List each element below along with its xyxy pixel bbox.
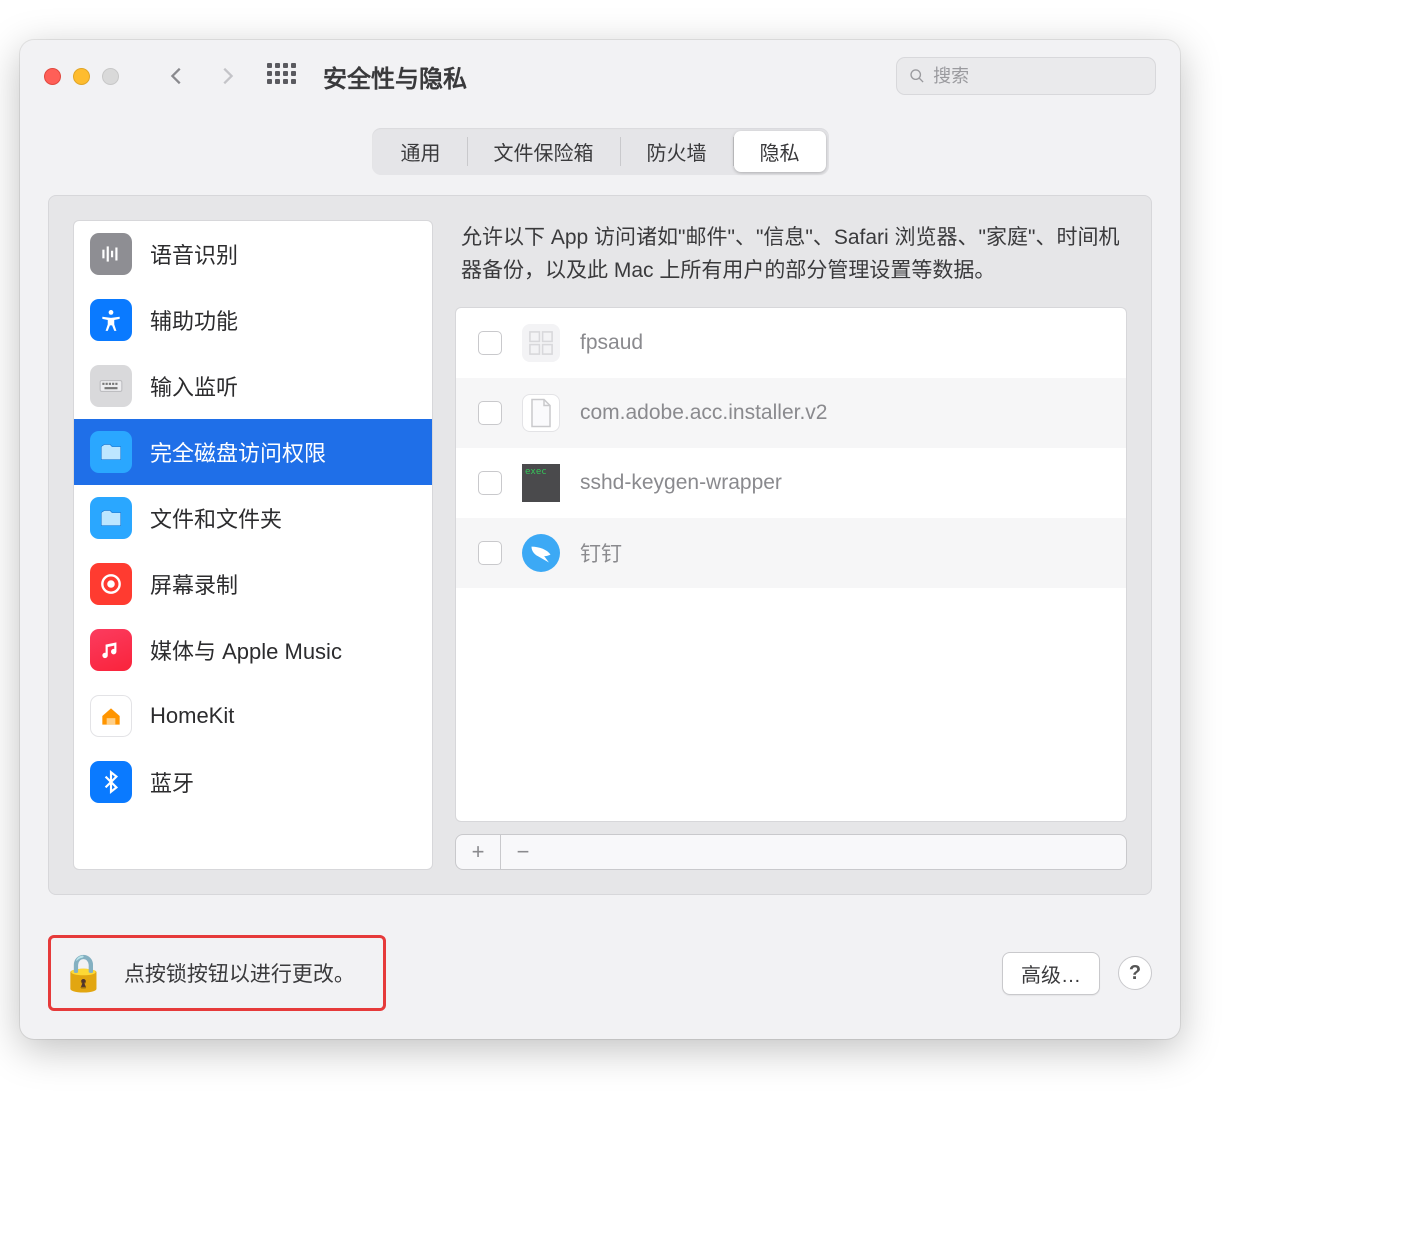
sidebar-item-homekit[interactable]: HomeKit xyxy=(74,683,432,749)
close-button[interactable] xyxy=(44,68,61,85)
help-button[interactable]: ? xyxy=(1118,956,1152,990)
sidebar-item-input-monitoring[interactable]: 输入监听 xyxy=(74,353,432,419)
sidebar-item-label: 语音识别 xyxy=(150,238,238,270)
tab-privacy[interactable]: 隐私 xyxy=(734,131,826,172)
sidebar-item-media-apple-music[interactable]: 媒体与 Apple Music xyxy=(74,617,432,683)
dingtalk-icon xyxy=(522,534,560,572)
window-controls xyxy=(44,68,119,85)
show-all-button[interactable] xyxy=(267,63,293,89)
tab-general[interactable]: 通用 xyxy=(375,131,467,172)
home-icon xyxy=(90,695,132,737)
titlebar: 安全性与隐私 xyxy=(20,40,1180,112)
search-input[interactable] xyxy=(933,66,1143,87)
checkbox[interactable] xyxy=(478,541,502,565)
minimize-button[interactable] xyxy=(73,68,90,85)
privacy-category-list[interactable]: 语音识别 辅助功能 输入监听 完全磁盘访问权限 xyxy=(73,220,433,870)
lock-icon: 🔒 xyxy=(61,952,106,994)
exec-icon: exec xyxy=(522,464,560,502)
footer: 🔒 点按锁按钮以进行更改。 高级… ? xyxy=(20,917,1180,1039)
lock-text: 点按锁按钮以进行更改。 xyxy=(124,958,355,988)
preferences-window: 安全性与隐私 通用 文件保险箱 防火墙 隐私 语音识别 xyxy=(20,40,1180,1039)
search-field[interactable] xyxy=(896,57,1156,95)
folder-icon xyxy=(90,431,132,473)
app-name: fpsaud xyxy=(580,331,643,355)
back-button[interactable] xyxy=(163,62,191,90)
checkbox[interactable] xyxy=(478,331,502,355)
sidebar-item-full-disk-access[interactable]: 完全磁盘访问权限 xyxy=(74,419,432,485)
sidebar-item-bluetooth[interactable]: 蓝牙 xyxy=(74,749,432,815)
content-area: 语音识别 辅助功能 输入监听 完全磁盘访问权限 xyxy=(48,195,1152,895)
screenrecord-icon xyxy=(90,563,132,605)
advanced-button[interactable]: 高级… xyxy=(1002,952,1100,995)
checkbox[interactable] xyxy=(478,471,502,495)
sidebar-item-label: 屏幕录制 xyxy=(150,568,238,600)
music-icon xyxy=(90,629,132,671)
sidebar-item-label: 媒体与 Apple Music xyxy=(150,634,342,666)
remove-button[interactable]: − xyxy=(501,835,545,869)
app-name: sshd-keygen-wrapper xyxy=(580,471,782,495)
app-row[interactable]: exec sshd-keygen-wrapper xyxy=(456,448,1126,518)
checkbox[interactable] xyxy=(478,401,502,425)
search-icon xyxy=(909,67,925,85)
tab-firewall[interactable]: 防火墙 xyxy=(621,131,733,172)
tab-bar: 通用 文件保险箱 防火墙 隐私 xyxy=(20,112,1180,175)
sidebar-item-label: 文件和文件夹 xyxy=(150,502,282,534)
add-remove-control: + − xyxy=(455,834,1127,870)
app-row[interactable]: fpsaud xyxy=(456,308,1126,378)
accessibility-icon xyxy=(90,299,132,341)
app-row[interactable]: com.adobe.acc.installer.v2 xyxy=(456,378,1126,448)
description-text: 允许以下 App 访问诸如"邮件"、"信息"、Safari 浏览器、"家庭"、时… xyxy=(455,220,1127,307)
bluetooth-icon xyxy=(90,761,132,803)
speech-icon xyxy=(90,233,132,275)
sidebar-item-label: HomeKit xyxy=(150,703,234,729)
app-list[interactable]: fpsaud com.adobe.acc.installer.v2 exec s… xyxy=(455,307,1127,822)
keyboard-icon xyxy=(90,365,132,407)
document-icon xyxy=(522,394,560,432)
app-row[interactable]: 钉钉 xyxy=(456,518,1126,588)
app-name: com.adobe.acc.installer.v2 xyxy=(580,401,827,425)
window-title: 安全性与隐私 xyxy=(323,59,467,94)
sidebar-item-screen-recording[interactable]: 屏幕录制 xyxy=(74,551,432,617)
zoom-button xyxy=(102,68,119,85)
detail-pane: 允许以下 App 访问诸如"邮件"、"信息"、Safari 浏览器、"家庭"、时… xyxy=(455,220,1127,870)
sidebar-item-label: 辅助功能 xyxy=(150,304,238,336)
forward-button xyxy=(213,62,241,90)
sidebar-item-label: 蓝牙 xyxy=(150,766,194,798)
sidebar-item-accessibility[interactable]: 辅助功能 xyxy=(74,287,432,353)
add-button[interactable]: + xyxy=(456,835,500,869)
sidebar-item-label: 输入监听 xyxy=(150,370,238,402)
sidebar-item-speech[interactable]: 语音识别 xyxy=(74,221,432,287)
folder-icon xyxy=(90,497,132,539)
lock-area[interactable]: 🔒 点按锁按钮以进行更改。 xyxy=(48,935,386,1011)
generic-app-icon xyxy=(522,324,560,362)
sidebar-item-files-folders[interactable]: 文件和文件夹 xyxy=(74,485,432,551)
tab-filevault[interactable]: 文件保险箱 xyxy=(468,131,620,172)
sidebar-item-label: 完全磁盘访问权限 xyxy=(150,436,326,468)
app-name: 钉钉 xyxy=(580,538,622,568)
